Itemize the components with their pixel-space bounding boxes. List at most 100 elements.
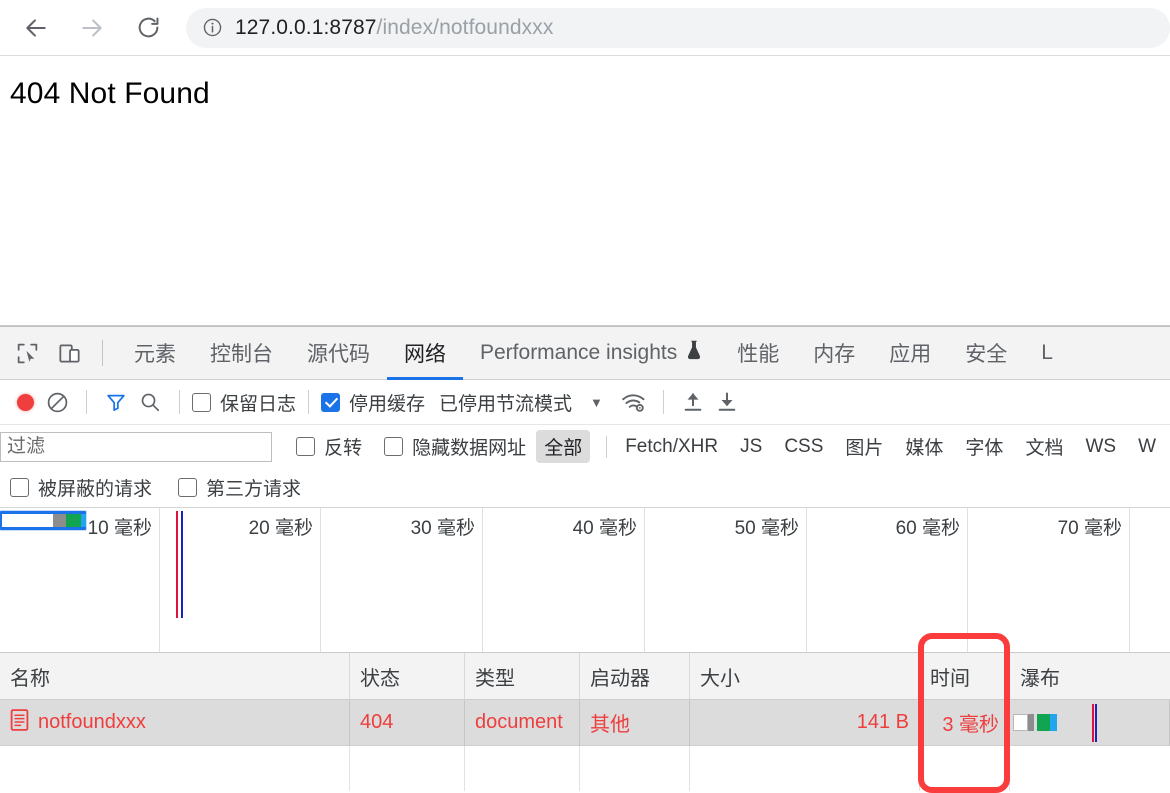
dom-content-loaded-line <box>176 511 178 618</box>
invert-checkbox[interactable]: 反转 <box>296 433 362 460</box>
empty-cell-type <box>465 746 580 791</box>
filter-type-fetch-xhr[interactable]: Fetch/XHR <box>617 433 726 461</box>
disable-cache-checkbox[interactable]: 停用缓存 <box>321 389 425 416</box>
disable-cache-label: 停用缓存 <box>349 393 426 415</box>
preserve-log-label: 保留日志 <box>220 393 297 415</box>
address-bar[interactable]: 127.0.0.1:8787/index/notfoundxxx <box>186 7 1170 48</box>
preserve-log-checkbox[interactable]: 保留日志 <box>192 389 296 416</box>
tab-memory[interactable]: 内存 <box>796 327 872 380</box>
cell-waterfall <box>1010 699 1170 746</box>
ruler-tick-70ms: 70 毫秒 <box>1057 518 1122 539</box>
url-host: 127.0.0.1:8787 <box>235 15 377 39</box>
tab-memory-label: 内存 <box>813 343 856 366</box>
tab-performance-insights[interactable]: Performance insights <box>463 327 720 380</box>
overview-seg-wait <box>66 514 82 527</box>
ruler-tick-40ms: 40 毫秒 <box>572 518 637 539</box>
upload-arrow-icon[interactable] <box>676 385 710 419</box>
filter-type-js[interactable]: JS <box>732 433 770 461</box>
flask-icon <box>685 340 703 366</box>
forward-button[interactable] <box>70 6 114 50</box>
cell-name[interactable]: notfoundxxx <box>0 699 350 746</box>
third-party-box <box>178 478 198 497</box>
tab-console-label: 控制台 <box>210 343 273 366</box>
tab-lighthouse[interactable]: L <box>1024 327 1070 380</box>
ruler-tick-30ms: 30 毫秒 <box>410 518 475 539</box>
third-party-label: 第三方请求 <box>206 479 302 500</box>
tab-elements[interactable]: 元素 <box>117 327 193 380</box>
toolbar-divider-3 <box>308 390 310 414</box>
cell-size: 141 B <box>690 699 920 746</box>
wifi-settings-icon[interactable] <box>617 385 651 419</box>
inspect-element-icon[interactable] <box>8 334 46 372</box>
tab-performance-insights-label: Performance insights <box>480 341 678 364</box>
network-overview[interactable]: 10 毫秒 20 毫秒 30 毫秒 40 毫秒 50 毫秒 60 毫秒 70 毫… <box>0 508 1170 653</box>
table-header-row: 名称 状态 类型 启动器 大小 时间 瀑布 <box>0 652 1170 700</box>
reload-icon <box>138 17 158 38</box>
table-row[interactable]: notfoundxxx 404 document 其他 141 B 3 毫秒 <box>0 699 1170 746</box>
filter-type-img[interactable]: 图片 <box>837 430 891 463</box>
blocked-requests-label: 被屏蔽的请求 <box>38 479 153 500</box>
devtools-panel: 元素 控制台 源代码 网络 Performance insights 性能 内存… <box>0 326 1170 791</box>
table-empty-row <box>0 746 1170 791</box>
third-party-checkbox[interactable]: 第三方请求 <box>178 474 301 501</box>
empty-cell-waterfall <box>1010 746 1170 791</box>
network-toolbar: 保留日志 停用缓存 已停用节流模式 ▼ <box>0 380 1170 425</box>
cell-type: document <box>465 699 580 746</box>
filter-input[interactable] <box>0 431 273 462</box>
throttling-selector[interactable]: 已停用节流模式 <box>439 389 572 416</box>
filter-type-ws[interactable]: WS <box>1077 433 1124 461</box>
tab-network[interactable]: 网络 <box>387 327 463 380</box>
overview-seg-stalled <box>53 514 67 527</box>
tab-security[interactable]: 安全 <box>948 327 1024 380</box>
tab-console[interactable]: 控制台 <box>193 327 290 380</box>
column-header-type[interactable]: 类型 <box>465 652 580 700</box>
column-header-status[interactable]: 状态 <box>350 652 465 700</box>
filter-type-font[interactable]: 字体 <box>957 430 1011 463</box>
tab-performance-label: 性能 <box>737 343 780 366</box>
filter-toolbar: 反转 隐藏数据网址 全部 Fetch/XHR JS CSS 图片 媒体 字体 文… <box>0 425 1170 468</box>
chevron-down-icon[interactable]: ▼ <box>590 395 603 410</box>
tab-sources[interactable]: 源代码 <box>290 327 387 380</box>
filter-type-doc[interactable]: 文档 <box>1017 430 1071 463</box>
column-header-initiator[interactable]: 启动器 <box>580 652 690 700</box>
filter-type-media[interactable]: 媒体 <box>897 430 951 463</box>
cell-initiator: 其他 <box>580 699 690 746</box>
column-header-time[interactable]: 时间 <box>920 652 1010 700</box>
waterfall-bar <box>1010 700 1169 746</box>
empty-cell-name <box>0 746 350 791</box>
column-header-size[interactable]: 大小 <box>690 652 920 700</box>
reload-button[interactable] <box>126 6 170 50</box>
resource-type-filters: 全部 Fetch/XHR JS CSS 图片 媒体 字体 文档 WS W <box>536 430 1170 463</box>
tab-application[interactable]: 应用 <box>872 327 948 380</box>
preserve-log-box <box>192 392 211 412</box>
filter-type-wasm[interactable]: W <box>1130 433 1164 461</box>
column-header-name[interactable]: 名称 <box>0 652 350 700</box>
devtools-tabbar: 元素 控制台 源代码 网络 Performance insights 性能 内存… <box>0 327 1170 380</box>
filter-type-all[interactable]: 全部 <box>536 430 591 463</box>
download-arrow-icon[interactable] <box>710 385 744 419</box>
search-icon[interactable] <box>133 385 167 419</box>
clear-no-entry-icon[interactable] <box>40 385 74 419</box>
tab-performance[interactable]: 性能 <box>720 327 796 380</box>
empty-cell-size <box>690 746 920 791</box>
invert-label: 反转 <box>324 438 363 459</box>
ruler-tick-10ms: 10 毫秒 <box>87 518 152 539</box>
record-stop-icon[interactable] <box>10 387 40 417</box>
blocked-requests-box <box>10 478 29 497</box>
column-header-waterfall[interactable]: 瀑布 <box>1010 653 1170 700</box>
device-toolbar-icon[interactable] <box>50 334 88 372</box>
waterfall-seg-queue <box>1013 714 1028 731</box>
browser-toolbar: 127.0.0.1:8787/index/notfoundxxx <box>0 0 1170 56</box>
filter-type-css[interactable]: CSS <box>776 433 831 461</box>
funnel-filter-icon[interactable] <box>99 385 133 419</box>
requests-table: 名称 状态 类型 启动器 大小 时间 瀑布 notfoundxxx 404 do… <box>0 652 1170 791</box>
blocked-requests-checkbox[interactable]: 被屏蔽的请求 <box>10 474 152 501</box>
info-circle-icon[interactable] <box>202 17 223 38</box>
overview-seg-queue <box>2 514 54 527</box>
back-button[interactable] <box>14 6 58 50</box>
empty-cell-time <box>920 746 1010 791</box>
hide-data-urls-checkbox[interactable]: 隐藏数据网址 <box>384 433 526 460</box>
arrow-right-icon <box>82 18 102 37</box>
ruler-tick-50ms: 50 毫秒 <box>734 518 799 539</box>
hide-data-urls-label: 隐藏数据网址 <box>412 438 527 459</box>
